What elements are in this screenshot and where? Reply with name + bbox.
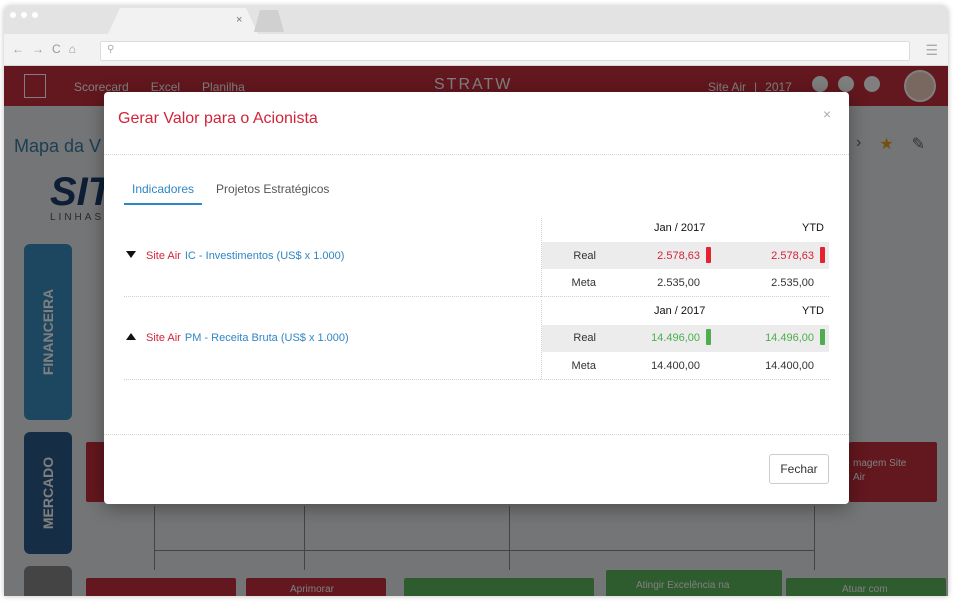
ytd-header: YTD [802,222,824,234]
row-divider [124,379,829,380]
indicator-modal: Gerar Valor para o Acionista × Indicador… [104,92,849,504]
meta-ytd-value: 2.535,00 [771,277,814,289]
tab-indicadores[interactable]: Indicadores [124,182,203,205]
indicator-name: IC - Investimentos (US$ x 1.000) [184,250,345,262]
period-header: Jan / 2017 [654,305,706,317]
status-bar [820,329,825,345]
nav-icons: ← → C ⌂ [12,42,76,56]
meta-period-value: 14.400,00 [651,360,700,372]
status-bar [706,247,711,263]
modal-footer-divider [104,434,849,435]
maximize-dot[interactable] [32,12,38,18]
status-bar [706,329,711,345]
indicator-row: Jan / 2017 YTD Site Air IC - Investimento… [124,218,829,297]
ytd-header: YTD [802,305,824,317]
indicator-label[interactable]: Site Air IC - Investimentos (US$ x 1.000) [126,250,344,262]
window-controls[interactable] [10,12,38,18]
caret-up-icon[interactable] [126,333,136,340]
real-period-value: 2.578,63 [657,250,700,262]
close-dot[interactable] [10,12,16,18]
indicator-label[interactable]: Site Air PM - Receita Bruta (US$ x 1.000) [126,332,349,344]
indicator-site: Site Air [146,250,181,262]
browser-toolbar: ← → C ⌂ ⚲ ☰ [4,34,948,66]
url-bar[interactable]: ⚲ [100,41,910,61]
forward-icon[interactable]: → [32,42,44,56]
tab-close-icon[interactable]: × [236,14,242,26]
indicator-name: PM - Receita Bruta (US$ x 1.000) [184,332,349,344]
caret-down-icon[interactable] [126,251,136,258]
indicator-row: Jan / 2017 YTD Site Air PM - Receita Brut… [124,300,829,380]
period-header: Jan / 2017 [654,222,706,234]
row-divider [124,296,829,297]
meta-period-value: 2.535,00 [657,277,700,289]
meta-label: Meta [571,360,596,372]
minimize-dot[interactable] [21,12,27,18]
browser-titlebar: × [4,6,948,34]
real-ytd-value: 14.496,00 [765,332,814,344]
close-icon[interactable]: × [823,106,831,122]
real-period-value: 14.496,00 [651,332,700,344]
tab-projetos-estrategicos[interactable]: Projetos Estratégicos [208,182,337,205]
real-label: Real [573,332,596,344]
fechar-button[interactable]: Fechar [769,454,829,484]
indicator-site: Site Air [146,332,181,344]
modal-title: Gerar Valor para o Acionista [118,110,318,127]
modal-header-divider [104,154,849,155]
menu-icon[interactable]: ☰ [925,42,938,59]
status-bar [820,247,825,263]
home-icon[interactable]: ⌂ [69,42,76,56]
modal-tabs: Indicadores Projetos Estratégicos [124,182,343,205]
back-icon[interactable]: ← [12,42,24,56]
meta-label: Meta [571,277,596,289]
real-ytd-value: 2.578,63 [771,250,814,262]
search-icon: ⚲ [107,44,115,55]
new-tab-button[interactable] [254,10,284,32]
meta-ytd-value: 14.400,00 [765,360,814,372]
real-label: Real [573,250,596,262]
reload-icon[interactable]: C [52,42,61,56]
